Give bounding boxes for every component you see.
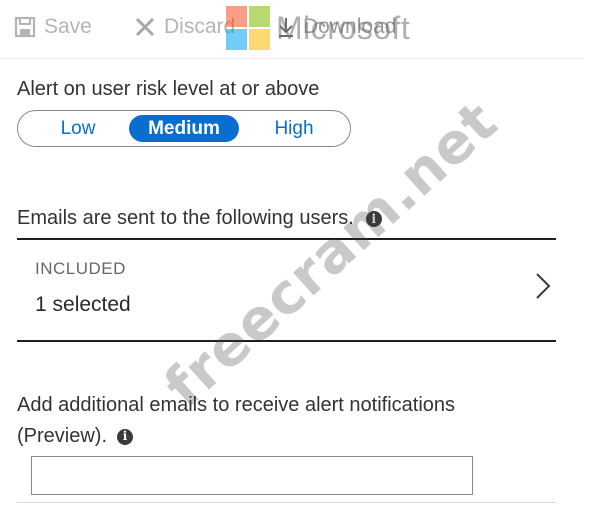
save-button[interactable]: Save <box>14 10 92 44</box>
included-value: 1 selected <box>35 293 131 316</box>
included-title: INCLUDED <box>35 259 126 278</box>
command-bar: Save Discard Download Microsoft <box>0 0 616 59</box>
discard-button[interactable]: Discard <box>134 10 235 44</box>
risk-option-medium[interactable]: Medium <box>129 115 239 142</box>
chevron-right-icon[interactable] <box>535 272 551 305</box>
logo-square-yellow <box>249 29 270 50</box>
bottom-divider <box>17 502 556 503</box>
microsoft-logo-text: Microsoft <box>276 9 411 46</box>
risk-level-label: Alert on user risk level at or above <box>17 78 320 100</box>
additional-emails-label: Add additional emails to receive alert n… <box>17 390 537 452</box>
save-label: Save <box>44 15 92 38</box>
info-icon[interactable]: i <box>365 210 382 227</box>
toolbar-divider <box>0 58 584 59</box>
risk-option-high[interactable]: High <box>262 115 326 142</box>
logo-square-green <box>249 6 270 27</box>
included-users-selector[interactable]: INCLUDED 1 selected <box>17 240 556 340</box>
save-icon <box>14 16 36 38</box>
additional-emails-text: Add additional emails to receive alert n… <box>17 394 456 447</box>
risk-option-low[interactable]: Low <box>46 115 110 142</box>
microsoft-logo: Microsoft <box>226 6 410 50</box>
microsoft-logo-icon <box>226 6 270 50</box>
logo-square-red <box>226 6 247 27</box>
emails-recipients-text: Emails are sent to the following users. <box>17 207 354 229</box>
divider-bottom <box>17 340 556 342</box>
logo-square-blue <box>226 29 247 50</box>
risk-level-selector: Low Medium High <box>17 110 351 147</box>
close-icon <box>134 16 156 38</box>
emails-recipients-label: Emails are sent to the following users. … <box>17 207 382 230</box>
discard-label: Discard <box>164 15 236 38</box>
info-icon[interactable]: i <box>117 428 134 445</box>
additional-emails-input[interactable] <box>31 456 473 495</box>
